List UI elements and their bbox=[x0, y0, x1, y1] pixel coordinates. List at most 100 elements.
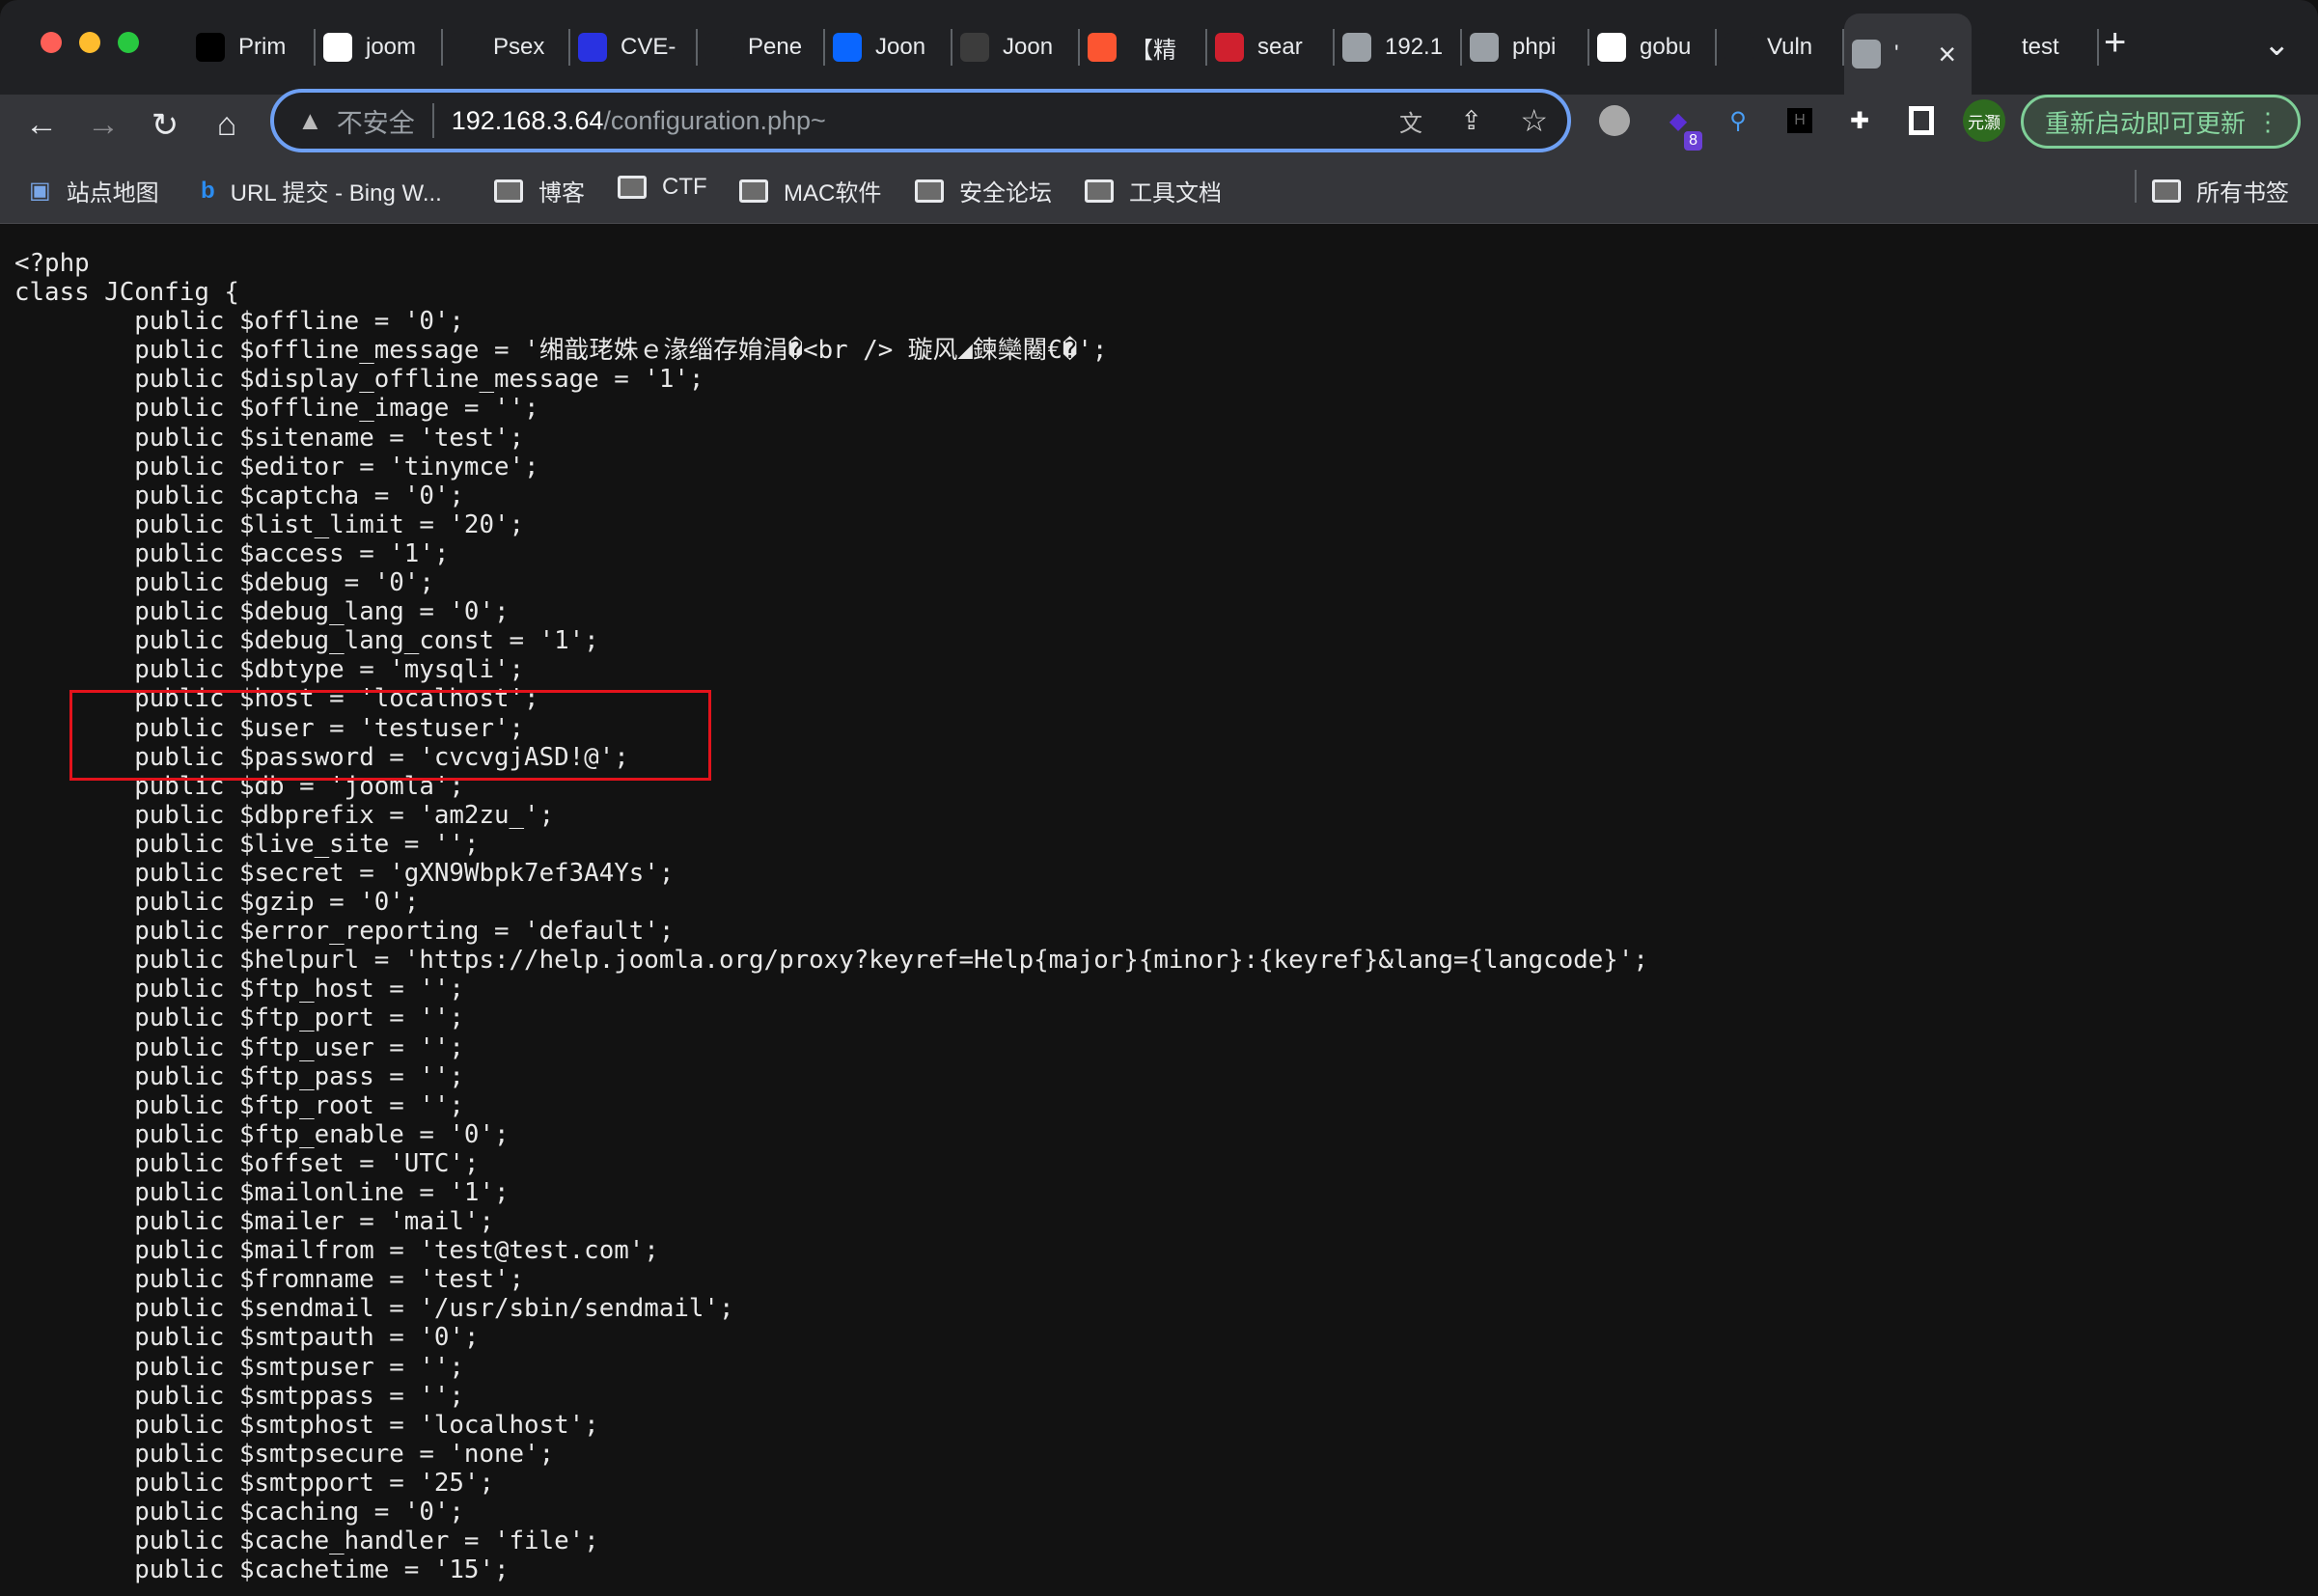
folder-icon bbox=[2152, 179, 2181, 203]
code-line: public $dbtype = 'mysqli'; bbox=[14, 655, 525, 685]
php-source-text: <?php class JConfig { public $offline = '… bbox=[14, 249, 1648, 1584]
csdn-icon bbox=[1088, 33, 1117, 62]
code-line: public $dbprefix = 'am2zu_'; bbox=[14, 800, 555, 830]
tab[interactable]: ' × bbox=[1844, 14, 1972, 95]
close-window-button[interactable] bbox=[41, 32, 62, 53]
url-path: /configuration.php~ bbox=[603, 105, 826, 135]
bookmarks-bar: ▣ 站点地图 b URL 提交 - Bing W... 博客 CTF MAC软件 安… bbox=[0, 166, 2318, 210]
baidu-icon bbox=[578, 33, 607, 62]
code-line: public $ftp_root = ''; bbox=[14, 1090, 464, 1120]
reload-icon[interactable]: ↻ bbox=[141, 106, 189, 145]
side-panel-icon[interactable] bbox=[1905, 104, 1938, 137]
tab-title: Prim bbox=[238, 34, 287, 60]
code-line: public $ftp_port = ''; bbox=[14, 1004, 464, 1033]
folder-icon bbox=[739, 179, 768, 203]
profile-avatar[interactable]: 元灏 bbox=[1963, 99, 2005, 142]
google-icon bbox=[323, 33, 352, 62]
tab[interactable]: Joon bbox=[952, 21, 1080, 73]
bookmark-folder-blog[interactable]: 博客 bbox=[494, 174, 585, 207]
folder-icon bbox=[618, 176, 647, 199]
maximize-window-button[interactable] bbox=[118, 32, 139, 53]
menu-kebab-icon[interactable]: ⋮ bbox=[2255, 107, 2280, 137]
security-label[interactable]: 不安全 bbox=[337, 102, 415, 140]
forward-arrow-icon[interactable]: → bbox=[79, 106, 127, 144]
tab[interactable]: Psex bbox=[443, 21, 570, 73]
bookmark-star-icon[interactable]: ☆ bbox=[1520, 102, 1548, 139]
tab[interactable]: Joon bbox=[825, 21, 952, 73]
tab-title: CVE- bbox=[621, 34, 676, 60]
code-line: public $gzip = '0'; bbox=[14, 888, 420, 918]
close-tab-icon[interactable]: × bbox=[1938, 37, 1956, 72]
home-icon[interactable]: ⌂ bbox=[203, 106, 251, 144]
code-line: public $ftp_enable = '0'; bbox=[14, 1119, 510, 1149]
warning-icon[interactable]: ▲ bbox=[297, 106, 323, 136]
code-line: public $captcha = '0'; bbox=[14, 481, 464, 510]
code-line: public $debug_lang = '0'; bbox=[14, 597, 510, 627]
code-line: public $secret = 'gXN9Wbpk7ef3A4Ys'; bbox=[14, 858, 675, 888]
tab[interactable]: Prim bbox=[188, 21, 316, 73]
code-line: public $caching = '0'; bbox=[14, 1498, 464, 1527]
extensions-puzzle-icon[interactable]: ✚ bbox=[1843, 104, 1876, 137]
tab[interactable]: Vuln bbox=[1717, 21, 1844, 73]
all-bookmarks[interactable]: 所有书签 bbox=[2152, 174, 2289, 207]
extension-stack-icon[interactable]: ◆ 8 bbox=[1662, 104, 1702, 151]
back-arrow-icon[interactable]: ← bbox=[17, 106, 66, 144]
bookmark-folder-mac[interactable]: MAC软件 bbox=[739, 174, 881, 207]
vulnhub-icon bbox=[451, 33, 480, 62]
share-icon[interactable]: ⇪ bbox=[1460, 106, 1482, 136]
code-line: public $ftp_pass = ''; bbox=[14, 1061, 464, 1091]
code-line: public $access = '1'; bbox=[14, 538, 450, 568]
globe-icon bbox=[1470, 33, 1499, 62]
tab-strip: Prim joom Psex CVE- Pene Joon Joon 【精 sear 192.1 p… bbox=[0, 0, 2318, 95]
tab[interactable]: joom bbox=[316, 21, 443, 73]
bookmark-sitemap[interactable]: ▣ 站点地图 bbox=[29, 174, 159, 207]
extension-h-icon[interactable]: H bbox=[1783, 104, 1816, 137]
minimize-window-button[interactable] bbox=[79, 32, 100, 53]
code-line: public $cache_handler = 'file'; bbox=[14, 1527, 599, 1556]
extension-pin-icon[interactable]: ⚲ bbox=[1722, 104, 1754, 137]
tab-title: Joon bbox=[875, 34, 926, 60]
joomla-icon bbox=[1979, 33, 2008, 62]
tab[interactable]: 【精 bbox=[1080, 21, 1207, 73]
tab-title: Psex bbox=[493, 34, 545, 60]
globe-icon bbox=[1852, 40, 1881, 69]
tab-title: sear bbox=[1257, 34, 1303, 60]
tab[interactable]: gobu bbox=[1589, 21, 1717, 73]
code-line: public $offline_image = ''; bbox=[14, 394, 539, 424]
tab-title: 192.1 bbox=[1385, 34, 1444, 60]
tab-search-chevron-icon[interactable]: ⌄ bbox=[2263, 25, 2291, 64]
tab[interactable]: phpi bbox=[1462, 21, 1589, 73]
tab-title: phpi bbox=[1512, 34, 1557, 60]
tab[interactable]: 192.1 bbox=[1335, 21, 1462, 73]
credentials-highlight-box bbox=[69, 690, 711, 781]
tab[interactable]: sear bbox=[1207, 21, 1335, 73]
bookmark-label: CTF bbox=[662, 174, 707, 200]
tab[interactable]: test bbox=[1972, 21, 2099, 73]
update-restart-button[interactable]: 重新启动即可更新 ⋮ bbox=[2021, 95, 2301, 149]
bookmark-bing[interactable]: b URL 提交 - Bing W... bbox=[201, 174, 442, 207]
code-line: public $helpurl = 'https://help.joomla.o… bbox=[14, 946, 1648, 976]
translate-icon[interactable]: 文 bbox=[1399, 104, 1422, 138]
tab-title: Joon bbox=[1003, 34, 1054, 60]
bookmark-label: MAC软件 bbox=[784, 180, 882, 206]
code-line: public $list_limit = '20'; bbox=[14, 509, 525, 539]
code-line: public $smtpauth = '0'; bbox=[14, 1323, 480, 1353]
bookmark-folder-ctf[interactable]: CTF bbox=[618, 174, 707, 201]
address-bar[interactable]: ▲ 不安全 192.168.3.64/configuration.php~ 文 … bbox=[270, 89, 1571, 152]
code-line: public $live_site = ''; bbox=[14, 829, 480, 859]
code-line: public $smtpsecure = 'none'; bbox=[14, 1439, 555, 1469]
zhihu-icon bbox=[833, 33, 862, 62]
bookmark-folder-tools[interactable]: 工具文档 bbox=[1085, 174, 1222, 207]
code-line: public $smtppass = ''; bbox=[14, 1381, 464, 1411]
tab[interactable]: CVE- bbox=[570, 21, 698, 73]
code-line: public $fromname = 'test'; bbox=[14, 1265, 525, 1295]
bookmark-folder-security[interactable]: 安全论坛 bbox=[915, 174, 1052, 207]
tab-title: Vuln bbox=[1767, 34, 1813, 60]
tab[interactable]: Pene bbox=[698, 21, 825, 73]
tab-title: joom bbox=[366, 34, 417, 60]
code-line: public $offset = 'UTC'; bbox=[14, 1148, 480, 1178]
extension-circle-icon[interactable] bbox=[1598, 104, 1631, 137]
terminal-icon bbox=[196, 33, 225, 62]
terminal-icon bbox=[960, 33, 989, 62]
new-tab-button[interactable]: + bbox=[2104, 21, 2126, 65]
